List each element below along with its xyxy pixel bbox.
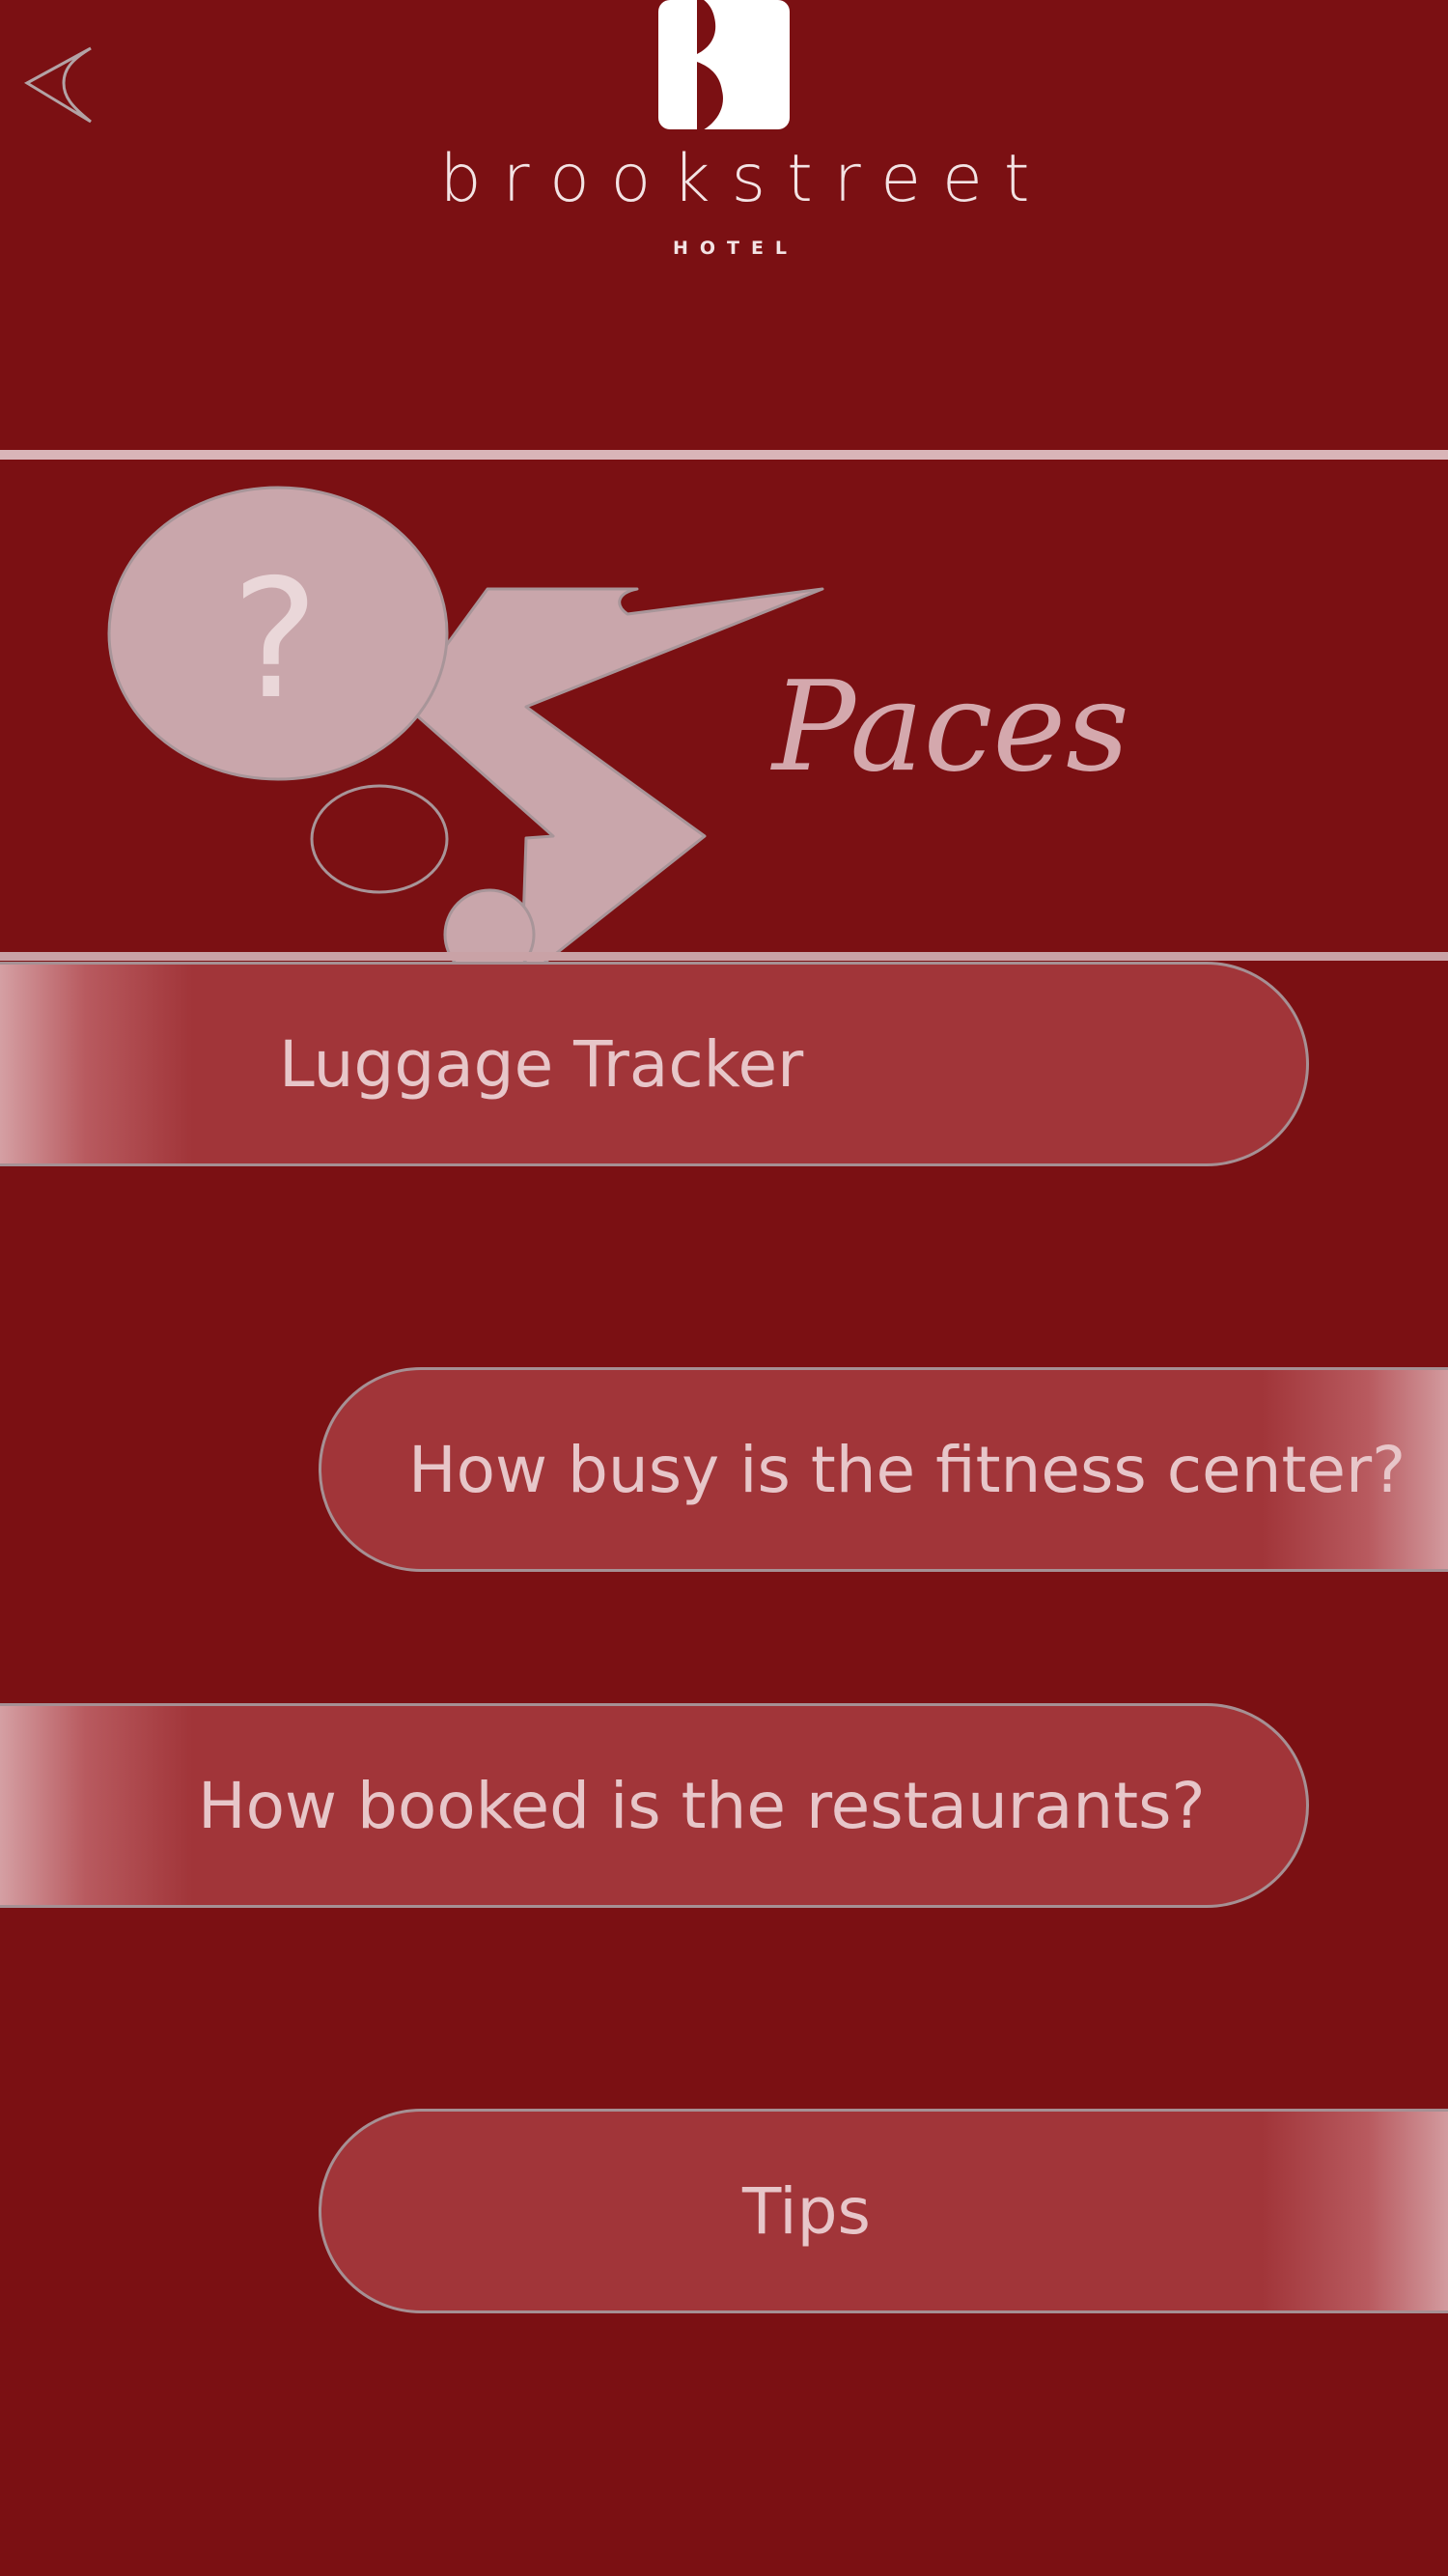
question-mark-icon: ? <box>232 545 319 736</box>
brand-name: brookstreet <box>439 141 1051 217</box>
luggage-tracker-label: Luggage Tracker <box>279 1026 804 1102</box>
tips-button[interactable]: Tips <box>319 2109 1448 2313</box>
bottom-divider <box>0 952 1448 961</box>
banner-illustration: ? <box>0 460 869 1000</box>
restaurant-booking-button[interactable]: How booked is the restaurants? <box>0 1703 1309 1908</box>
back-arrow-icon <box>23 46 92 124</box>
tips-label: Tips <box>742 2173 871 2249</box>
fitness-center-busy-button[interactable]: How busy is the fitness center? <box>319 1367 1448 1572</box>
luggage-tracker-button[interactable]: Luggage Tracker <box>0 962 1309 1166</box>
top-divider <box>0 450 1448 460</box>
restaurant-booking-label: How booked is the restaurants? <box>198 1768 1206 1843</box>
fitness-center-busy-label: How busy is the fitness center? <box>408 1432 1406 1507</box>
brand-subtitle: HOTEL <box>672 238 799 259</box>
back-button[interactable] <box>21 42 98 135</box>
brand-logo-mark <box>658 0 790 133</box>
banner-title: Paces <box>772 656 1129 799</box>
